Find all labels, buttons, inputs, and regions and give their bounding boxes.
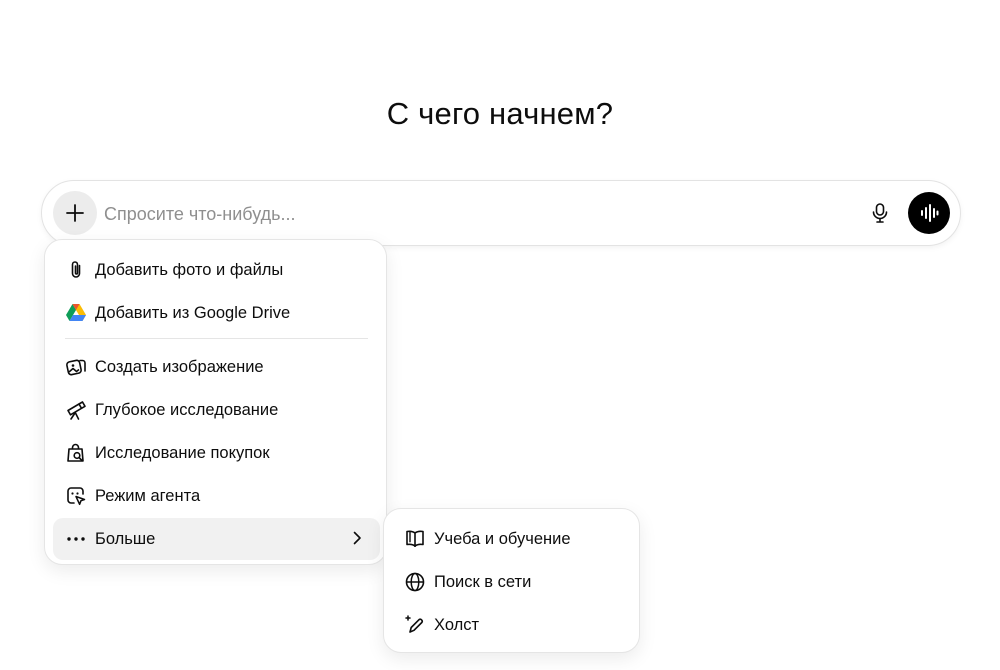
paperclip-icon xyxy=(65,259,87,281)
submenu-item-web-search[interactable]: Поиск в сети xyxy=(392,562,633,602)
menu-divider xyxy=(65,338,368,339)
shopping-bag-search-icon xyxy=(65,442,87,464)
book-icon xyxy=(404,528,426,550)
attach-plus-button[interactable] xyxy=(53,191,97,235)
telescope-icon xyxy=(65,399,87,421)
menu-item-label: Исследование покупок xyxy=(95,443,270,462)
submenu-item-label: Учеба и обучение xyxy=(434,529,571,548)
submenu-item-canvas[interactable]: Холст xyxy=(392,605,633,645)
submenu-item-label: Поиск в сети xyxy=(434,572,532,591)
menu-item-label: Добавить из Google Drive xyxy=(95,303,291,322)
submenu-item-label: Холст xyxy=(434,615,480,634)
new-chat-page: С чего начнем? Спросите что-нибудь... До… xyxy=(0,0,1000,670)
menu-item-agent-mode[interactable]: Режим агента xyxy=(53,476,380,516)
menu-item-create-image[interactable]: Создать изображение xyxy=(53,347,380,387)
menu-item-deep-research[interactable]: Глубокое исследование xyxy=(53,390,380,430)
menu-item-label: Добавить фото и файлы xyxy=(95,260,284,279)
prompt-composer xyxy=(41,180,961,246)
menu-item-label: Режим агента xyxy=(95,486,201,505)
microphone-icon xyxy=(870,202,890,224)
submenu-item-study[interactable]: Учеба и обучение xyxy=(392,519,633,559)
menu-item-label: Создать изображение xyxy=(95,357,264,376)
page-title: С чего начнем? xyxy=(386,96,614,131)
canvas-pen-icon xyxy=(404,614,426,636)
attach-menu: Добавить фото и файлы Добавить из Google… xyxy=(44,239,387,565)
plus-icon xyxy=(64,202,86,224)
menu-item-label: Глубокое исследование xyxy=(95,400,279,419)
menu-item-add-files[interactable]: Добавить фото и файлы xyxy=(53,250,380,290)
ellipsis-icon xyxy=(65,528,87,550)
menu-item-label: Больше xyxy=(95,529,156,548)
more-submenu: Учеба и обучение Поиск в сети Холст xyxy=(383,508,640,653)
chevron-right-icon xyxy=(348,529,366,547)
menu-item-google-drive[interactable]: Добавить из Google Drive xyxy=(53,293,380,333)
agent-cursor-icon xyxy=(65,485,87,507)
google-drive-icon xyxy=(65,302,87,324)
globe-icon xyxy=(404,571,426,593)
menu-item-more[interactable]: Больше xyxy=(53,518,380,560)
image-create-icon xyxy=(65,356,87,378)
menu-item-shopping-research[interactable]: Исследование покупок xyxy=(53,433,380,473)
dictate-button[interactable] xyxy=(864,197,896,229)
prompt-input[interactable] xyxy=(104,200,804,228)
voice-mode-icon xyxy=(918,204,940,222)
voice-mode-button[interactable] xyxy=(908,192,950,234)
